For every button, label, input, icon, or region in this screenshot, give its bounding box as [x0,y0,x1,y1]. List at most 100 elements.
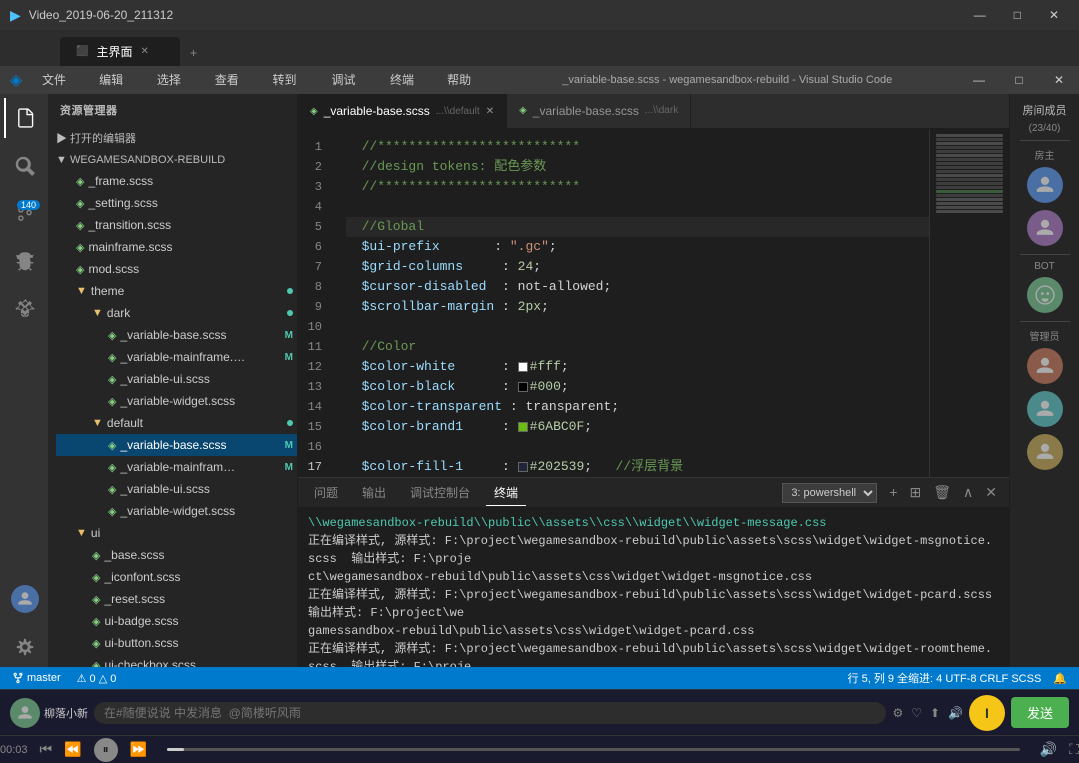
terminal-tab-output[interactable]: 输出 [354,480,394,505]
status-errors[interactable]: ⚠ 0 △ 0 [73,672,121,685]
close-button[interactable]: ✕ [1039,8,1069,22]
editor-tab-default[interactable]: ◈ _variable-base.scss ...\\default ✕ [298,94,507,128]
project-section[interactable]: ▼ WEGAMESANDBOX-REBUILD [48,150,297,170]
activity-bar: 140 [0,94,48,667]
tree-item-default-varwidget[interactable]: ◈ _variable-widget.scss [56,500,297,522]
minimize-button[interactable]: — [964,8,996,22]
tree-item-button[interactable]: ◈ ui-button.scss [56,632,297,654]
stream-message-input[interactable] [94,702,886,724]
tree-item-ui[interactable]: ▼ ui [56,522,297,544]
tab-path: ...\\default [436,106,480,117]
avatar-admin1[interactable] [1027,348,1063,384]
menu-select[interactable]: 选择(V) [147,66,205,94]
terminal-close[interactable]: ✕ [981,482,1001,503]
status-position[interactable]: 行 5, 列 9 全缩进: 4 UTF-8 CRLF SCSS [844,670,1046,686]
avatar-user2[interactable] [1027,210,1063,246]
menu-goto[interactable]: 转到(G) [262,66,321,94]
vscode-close[interactable]: ✕ [1039,66,1079,94]
tree-item-mod[interactable]: ◈ mod.scss [56,258,297,280]
tree-item-theme[interactable]: ▼ theme [56,280,297,302]
activity-settings[interactable] [4,627,44,667]
avatar-bot[interactable] [1027,277,1063,313]
tree-item-iconfont[interactable]: ◈ _iconfont.scss [56,566,297,588]
maximize-button[interactable]: □ [1004,8,1031,22]
tree-item-base[interactable]: ◈ _base.scss [56,544,297,566]
status-git-branch[interactable]: master [8,672,65,684]
tree-item-transition[interactable]: ◈ _transition.scss [56,214,297,236]
tree-item-dark-varwidget[interactable]: ◈ _variable-widget.scss [56,390,297,412]
menu-view[interactable]: 查看(V) [205,66,263,94]
folder-icon: ▼ [76,285,87,297]
vscode-logo: ◈ [6,70,26,90]
code-line-8: $cursor-disabled : not-allowed; [346,277,929,297]
code-content[interactable]: //************************** //design to… [338,129,929,477]
terminal-trash-button[interactable]: 🗑 [929,482,955,503]
terminal-tab-problems[interactable]: 问题 [306,480,346,505]
tree-item-dark-varbase[interactable]: ◈ _variable-base.scss M [56,324,297,346]
code-editor[interactable]: 1 2 3 4 5 6 7 8 9 10 11 12 13 14 15 16 1 [298,129,1009,477]
open-editors-section[interactable]: ▶ 打开的编辑器 [48,126,297,150]
terminal-shell-select[interactable]: 3: powershell [782,483,877,503]
tree-item-frame[interactable]: ◈ _frame.scss [56,170,297,192]
stream-icon-settings[interactable]: ⚙ [892,706,903,720]
activity-avatar[interactable] [4,579,44,619]
tree-item-setting[interactable]: ◈ _setting.scss [56,192,297,214]
progress-bar[interactable] [167,748,1020,751]
vscode-maximize[interactable]: □ [999,66,1039,94]
send-button[interactable]: 发送 [1011,697,1069,728]
terminal-line-5: gamessandbox-rebuild\public\assets\css\w… [308,622,999,640]
window-controls[interactable]: — □ ✕ [964,8,1069,22]
tree-item-badge[interactable]: ◈ ui-badge.scss [56,610,297,632]
activity-search[interactable] [4,146,44,186]
terminal-split-button[interactable]: ⊞ [906,482,926,503]
step-forward-icon[interactable]: ⏩ [130,741,147,758]
close-tab-icon[interactable]: ✕ [140,46,148,57]
tree-item-default-varui[interactable]: ◈ _variable-ui.scss [56,478,297,500]
code-line-5: //Global [346,217,929,237]
tree-item-mainframe[interactable]: ◈ mainframe.scss [56,236,297,258]
avatar-host[interactable] [1027,167,1063,203]
menu-edit[interactable]: 编辑(E) [89,66,147,94]
menu-file[interactable]: 文件(F) [32,66,89,94]
editor-tab-dark[interactable]: ◈ _variable-base.scss ...\\dark [507,94,691,128]
terminal-tab-terminal[interactable]: 终端 [486,480,526,506]
browser-tab-main[interactable]: ⬛ 主界面 ✕ [60,37,180,66]
tree-item-default[interactable]: ▼ default [56,412,297,434]
terminal-tab-debug[interactable]: 调试控制台 [402,480,478,505]
activity-debug[interactable] [4,242,44,282]
pause-button[interactable]: ⏸ [94,738,118,762]
avatar-admin2[interactable] [1027,391,1063,427]
stream-icon-upload[interactable]: ⬆ [930,706,940,720]
status-notification[interactable]: 🔔 [1049,670,1071,686]
terminal-chevron-up[interactable]: ∧ [959,482,977,503]
menu-terminal[interactable]: 终端(T) [380,66,437,94]
tree-item-dark-varui[interactable]: ◈ _variable-ui.scss [56,368,297,390]
file-icon: ◈ [108,395,116,408]
fullscreen-icon[interactable]: ⛶ [1069,741,1079,758]
volume-icon[interactable]: 🔊 [1040,741,1057,758]
activity-explorer[interactable] [4,98,44,138]
activity-extensions[interactable] [4,290,44,330]
new-tab-button[interactable]: + [180,40,207,66]
step-back-icon[interactable]: ⏪ [64,741,81,758]
terminal-line-3: ct\wegamesandbox-rebuild\public\assets\c… [308,568,999,586]
activity-scm[interactable]: 140 [4,194,44,234]
terminal-add-button[interactable]: + [885,482,901,503]
code-line-14: $color-transparent : transparent; [346,397,929,417]
tree-item-dark-varmainframe[interactable]: ◈ _variable-mainframe.scss M [56,346,297,368]
tree-item-default-varmainframe[interactable]: ◈ _variable-mainframe.scss M [56,456,297,478]
close-tab-button[interactable]: ✕ [486,106,494,117]
play-back-icon[interactable]: ⏮ [40,741,53,758]
vscode-minimize[interactable]: — [959,66,999,94]
stream-control-bar: 00:03 ⏮ ⏪ ⏸ ⏩ 🔊 ⛶ [0,735,1079,763]
file-icon: ◈ [92,615,100,628]
tree-item-checkbox[interactable]: ◈ ui-checkbox.scss [56,654,297,667]
menu-help[interactable]: 帮助(H) [437,66,495,94]
tree-item-dark[interactable]: ▼ dark [56,302,297,324]
tree-item-reset[interactable]: ◈ _reset.scss [56,588,297,610]
avatar-admin3[interactable] [1027,434,1063,470]
menu-debug[interactable]: 调试(D) [322,66,380,94]
stream-icon-volume[interactable]: 🔊 [948,706,963,720]
tree-item-default-varbase[interactable]: ◈ _variable-base.scss M [56,434,297,456]
stream-icon-heart[interactable]: ♡ [911,706,922,720]
